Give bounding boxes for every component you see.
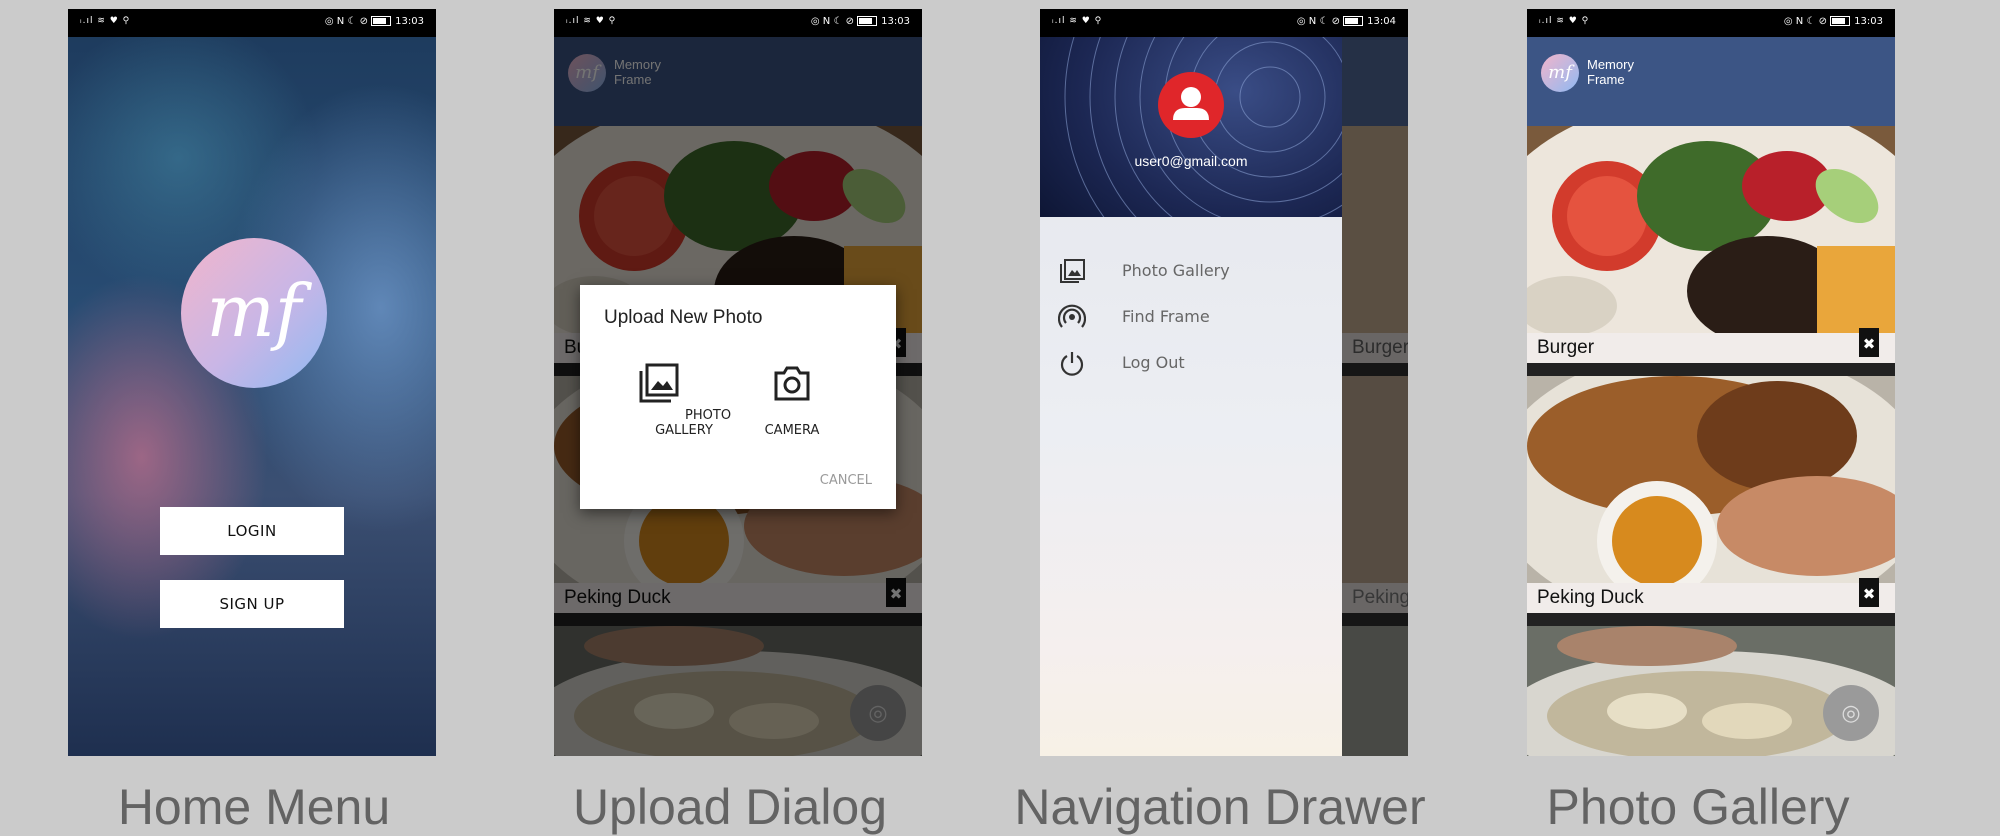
drawer-header: user0@gmail.com xyxy=(1040,37,1342,217)
photo-caption-bar: Burger ✖ xyxy=(1527,328,1895,363)
status-time: 13:04 xyxy=(1367,16,1396,27)
photo-gallery-option-label: PHOTO GALLERY xyxy=(655,408,732,438)
status-time: 13:03 xyxy=(1854,16,1883,27)
status-left-icons: ᵢ.ıl ≋ ♥ ⚲ xyxy=(1052,16,1103,26)
photo-caption: Burger xyxy=(1537,337,1595,358)
photo-caption: Peking Duck xyxy=(1537,587,1644,608)
photo-burger[interactable] xyxy=(1527,126,1895,333)
camera-option-label: CAMERA xyxy=(764,423,820,438)
camera-icon xyxy=(774,366,810,401)
burger-photo-image xyxy=(1527,126,1895,333)
status-right-icons: ◎ N ☾ ⊘ xyxy=(324,16,368,27)
login-button[interactable]: LOGIN xyxy=(160,507,344,555)
status-time: 13:03 xyxy=(395,16,424,27)
upload-dialog-screen: ᵢ.ıl ≋ ♥ ⚲ ◎ N ☾ ⊘ 13:03 mf Memory Frame… xyxy=(554,9,922,756)
toolbar-logo: mf xyxy=(1541,54,1579,92)
status-bar: ᵢ.ıl ≋ ♥ ⚲ ◎ N ☾ ⊘ 13:04 xyxy=(1040,9,1408,37)
drawer-item-label: Log Out xyxy=(1122,353,1185,372)
upload-dialog: Upload New Photo PHOTO GALLERY CAMERA CA… xyxy=(580,285,896,509)
status-left-icons: ᵢ.ıl ≋ ♥ ⚲ xyxy=(80,16,131,26)
power-icon xyxy=(1060,352,1084,376)
duck-photo-image xyxy=(1527,376,1895,583)
gallery-icon xyxy=(639,363,679,403)
home-screen: ᵢ.ıl ≋ ♥ ⚲ ◎ N ☾ ⊘ 13:03 mf LOGIN SIGN U… xyxy=(68,9,436,756)
battery-icon xyxy=(1830,16,1851,26)
photo-peking-duck[interactable] xyxy=(1527,376,1895,583)
user-icon xyxy=(1173,87,1209,120)
screen-caption: Photo Gallery xyxy=(1546,779,1850,835)
signup-button[interactable]: SIGN UP xyxy=(160,580,344,628)
status-bar: ᵢ.ıl ≋ ♥ ⚲ ◎ N ☾ ⊘ 13:03 xyxy=(68,9,436,37)
navigation-drawer: user0@gmail.com Photo Gallery Find Frame xyxy=(1040,37,1342,756)
status-right-icons: ◎ N ☾ ⊘ xyxy=(810,16,854,27)
dialog-title: Upload New Photo xyxy=(604,307,763,328)
status-bar: ᵢ.ıl ≋ ♥ ⚲ ◎ N ☾ ⊘ 13:03 xyxy=(1527,9,1895,37)
screen-caption: Home Menu xyxy=(117,779,391,835)
frame-icon: ◎ xyxy=(1841,700,1861,725)
cancel-button[interactable]: CANCEL xyxy=(820,473,872,488)
battery-icon xyxy=(1343,16,1364,26)
navigation-drawer-screen: ᵢ.ıl ≋ ♥ ⚲ ◎ N ☾ ⊘ 13:04 Burger Peking u… xyxy=(1040,9,1408,756)
status-time: 13:03 xyxy=(881,16,910,27)
photo-gallery-screen: ᵢ.ıl ≋ ♥ ⚲ ◎ N ☾ ⊘ 13:03 mf Memory Frame… xyxy=(1527,9,1895,756)
delete-icon[interactable]: ✖ xyxy=(1859,578,1879,607)
screen-caption: Upload Dialog xyxy=(572,779,888,835)
camera-option[interactable]: CAMERA xyxy=(752,361,832,438)
frame-fab[interactable]: ◎ xyxy=(1823,685,1879,741)
status-left-icons: ᵢ.ıl ≋ ♥ ⚲ xyxy=(1539,16,1590,26)
status-right-icons: ◎ N ☾ ⊘ xyxy=(1296,16,1340,27)
signal-icon xyxy=(1058,304,1086,328)
photo-gallery-option[interactable]: PHOTO GALLERY xyxy=(624,361,744,438)
user-avatar xyxy=(1158,72,1224,138)
drawer-item-label: Photo Gallery xyxy=(1122,261,1230,280)
gallery-icon xyxy=(1060,259,1085,283)
app-toolbar: mf Memory Frame xyxy=(1527,37,1895,126)
battery-icon xyxy=(857,16,878,26)
status-right-icons: ◎ N ☾ ⊘ xyxy=(1783,16,1827,27)
drawer-item-find-frame[interactable]: Find Frame xyxy=(1058,299,1328,333)
user-email: user0@gmail.com xyxy=(1134,153,1248,169)
toolbar-title: Memory Frame xyxy=(1587,57,1634,87)
app-logo: mf xyxy=(181,238,327,388)
drawer-item-log-out[interactable]: Log Out xyxy=(1058,345,1328,379)
delete-icon[interactable]: ✖ xyxy=(1859,328,1879,357)
drawer-item-photo-gallery[interactable]: Photo Gallery xyxy=(1058,253,1328,287)
status-left-icons: ᵢ.ıl ≋ ♥ ⚲ xyxy=(566,16,617,26)
drawer-item-label: Find Frame xyxy=(1122,307,1210,326)
photo-caption-bar: Peking Duck ✖ xyxy=(1527,578,1895,613)
screen-caption: Navigation Drawer xyxy=(1014,779,1426,835)
battery-icon xyxy=(371,16,392,26)
status-bar: ᵢ.ıl ≋ ♥ ⚲ ◎ N ☾ ⊘ 13:03 xyxy=(554,9,922,37)
